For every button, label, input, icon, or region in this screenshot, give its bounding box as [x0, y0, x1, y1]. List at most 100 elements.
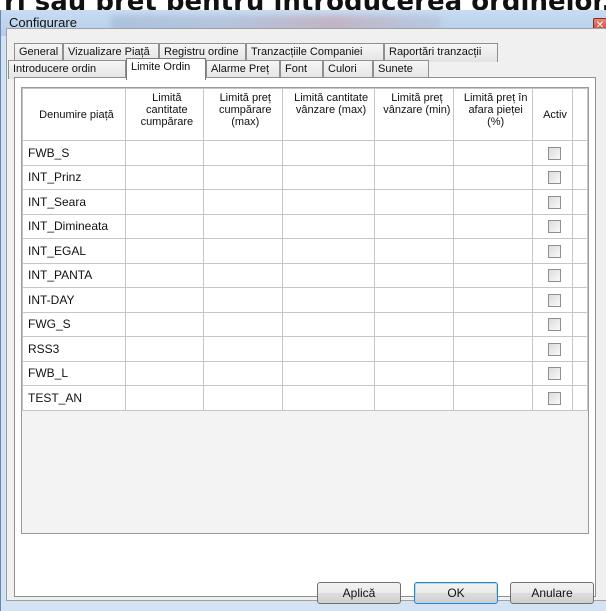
apply-button[interactable]: Aplică [317, 582, 401, 604]
market-name-cell[interactable]: INT_Seara [22, 189, 126, 215]
market-name-cell[interactable]: FWB_L [22, 360, 126, 386]
table-row[interactable]: INT_EGAL [22, 238, 588, 264]
limit-value-cell[interactable] [453, 213, 534, 239]
market-name-cell[interactable]: INT_Dimineata [22, 213, 126, 239]
limit-value-cell[interactable] [281, 189, 376, 215]
limit-value-cell[interactable] [281, 336, 376, 362]
limit-value-cell[interactable] [374, 164, 455, 190]
table-row[interactable]: FWB_L [22, 360, 588, 386]
limit-value-cell[interactable] [124, 287, 204, 313]
limit-value-cell[interactable] [124, 213, 204, 239]
limit-value-cell[interactable] [453, 140, 534, 166]
limit-value-cell[interactable] [202, 213, 283, 239]
limit-value-cell[interactable] [281, 311, 376, 337]
tab-limite-ordin[interactable]: Limite Ordin [126, 58, 206, 80]
limit-value-cell[interactable] [453, 385, 534, 411]
market-name-cell[interactable]: RSS3 [22, 336, 126, 362]
limit-value-cell[interactable] [453, 311, 534, 337]
limit-value-cell[interactable] [202, 287, 283, 313]
table-row[interactable]: TEST_AN [22, 385, 588, 411]
limit-value-cell[interactable] [374, 213, 455, 239]
market-name-cell[interactable]: INT-DAY [22, 287, 126, 313]
limit-value-cell[interactable] [281, 262, 376, 288]
limit-value-cell[interactable] [374, 238, 455, 264]
limit-value-cell[interactable] [202, 311, 283, 337]
active-checkbox[interactable] [548, 293, 562, 307]
limit-value-cell[interactable] [374, 287, 455, 313]
limit-value-cell[interactable] [124, 336, 204, 362]
table-row[interactable]: INT_Seara [22, 189, 588, 215]
limit-value-cell[interactable] [202, 238, 283, 264]
order-limits-grid[interactable]: Denumire piață Limită cantitate cumpărar… [21, 87, 589, 534]
active-checkbox[interactable] [548, 318, 562, 332]
active-checkbox[interactable] [548, 220, 562, 234]
limit-value-cell[interactable] [453, 262, 534, 288]
limit-value-cell[interactable] [124, 385, 204, 411]
table-row[interactable]: INT_PANTA [22, 262, 588, 288]
limit-value-cell[interactable] [124, 189, 204, 215]
limit-value-cell[interactable] [281, 287, 376, 313]
limit-value-cell[interactable] [374, 140, 455, 166]
column-header-sell-quantity-limit[interactable]: Limită cantitate vânzare (max) [281, 88, 376, 141]
limit-value-cell[interactable] [124, 140, 204, 166]
table-row[interactable]: FWG_S [22, 311, 588, 337]
market-name-cell[interactable]: INT_Prinz [22, 164, 126, 190]
limit-value-cell[interactable] [281, 213, 376, 239]
column-header-buy-price-limit[interactable]: Limită preț cumpărare (max) [202, 88, 283, 141]
limit-value-cell[interactable] [453, 238, 534, 264]
column-header-off-market-price-limit[interactable]: Limită preț în afara pieței (%) [453, 88, 534, 141]
limit-value-cell[interactable] [202, 385, 283, 411]
limit-value-cell[interactable] [453, 287, 534, 313]
limit-value-cell[interactable] [453, 360, 534, 386]
table-row[interactable]: INT_Dimineata [22, 213, 588, 239]
market-name-cell[interactable]: INT_EGAL [22, 238, 126, 264]
limit-value-cell[interactable] [281, 360, 376, 386]
limit-value-cell[interactable] [374, 336, 455, 362]
limit-value-cell[interactable] [202, 262, 283, 288]
active-checkbox[interactable] [548, 269, 562, 283]
limit-value-cell[interactable] [453, 189, 534, 215]
column-header-sell-price-limit[interactable]: Limită preț vânzare (min) [374, 88, 455, 141]
limit-value-cell[interactable] [374, 385, 455, 411]
active-checkbox[interactable] [548, 195, 562, 209]
market-name-cell[interactable]: FWB_S [22, 140, 126, 166]
limit-value-cell[interactable] [453, 336, 534, 362]
active-checkbox[interactable] [548, 342, 562, 356]
limit-value-cell[interactable] [374, 262, 455, 288]
limit-value-cell[interactable] [202, 140, 283, 166]
limit-value-cell[interactable] [124, 360, 204, 386]
limit-value-cell[interactable] [453, 164, 534, 190]
table-row[interactable]: INT-DAY [22, 287, 588, 313]
limit-value-cell[interactable] [124, 238, 204, 264]
column-header-buy-quantity-limit[interactable]: Limită cantitate cumpărare [124, 88, 204, 141]
limit-value-cell[interactable] [124, 164, 204, 190]
limit-value-cell[interactable] [124, 262, 204, 288]
market-name-cell[interactable]: INT_PANTA [22, 262, 126, 288]
limit-value-cell[interactable] [281, 140, 376, 166]
active-checkbox[interactable] [548, 146, 562, 160]
active-checkbox[interactable] [548, 391, 562, 405]
column-header-active[interactable]: Activ [532, 88, 573, 141]
limit-value-cell[interactable] [202, 189, 283, 215]
limit-value-cell[interactable] [374, 311, 455, 337]
limit-value-cell[interactable] [202, 336, 283, 362]
market-name-cell[interactable]: FWG_S [22, 311, 126, 337]
limit-value-cell[interactable] [281, 385, 376, 411]
ok-button[interactable]: OK [414, 582, 498, 604]
limit-value-cell[interactable] [374, 189, 455, 215]
limit-value-cell[interactable] [281, 238, 376, 264]
table-row[interactable]: FWB_S [22, 140, 588, 166]
market-name-cell[interactable]: TEST_AN [22, 385, 126, 411]
active-checkbox[interactable] [548, 244, 562, 258]
limit-value-cell[interactable] [374, 360, 455, 386]
active-checkbox[interactable] [548, 171, 562, 185]
limit-value-cell[interactable] [202, 164, 283, 190]
cancel-button[interactable]: Anulare [510, 582, 594, 604]
table-row[interactable]: INT_Prinz [22, 164, 588, 190]
column-header-market-name[interactable]: Denumire piață [22, 88, 126, 141]
limit-value-cell[interactable] [281, 164, 376, 190]
table-row[interactable]: RSS3 [22, 336, 588, 362]
limit-value-cell[interactable] [202, 360, 283, 386]
active-checkbox[interactable] [548, 367, 562, 381]
limit-value-cell[interactable] [124, 311, 204, 337]
